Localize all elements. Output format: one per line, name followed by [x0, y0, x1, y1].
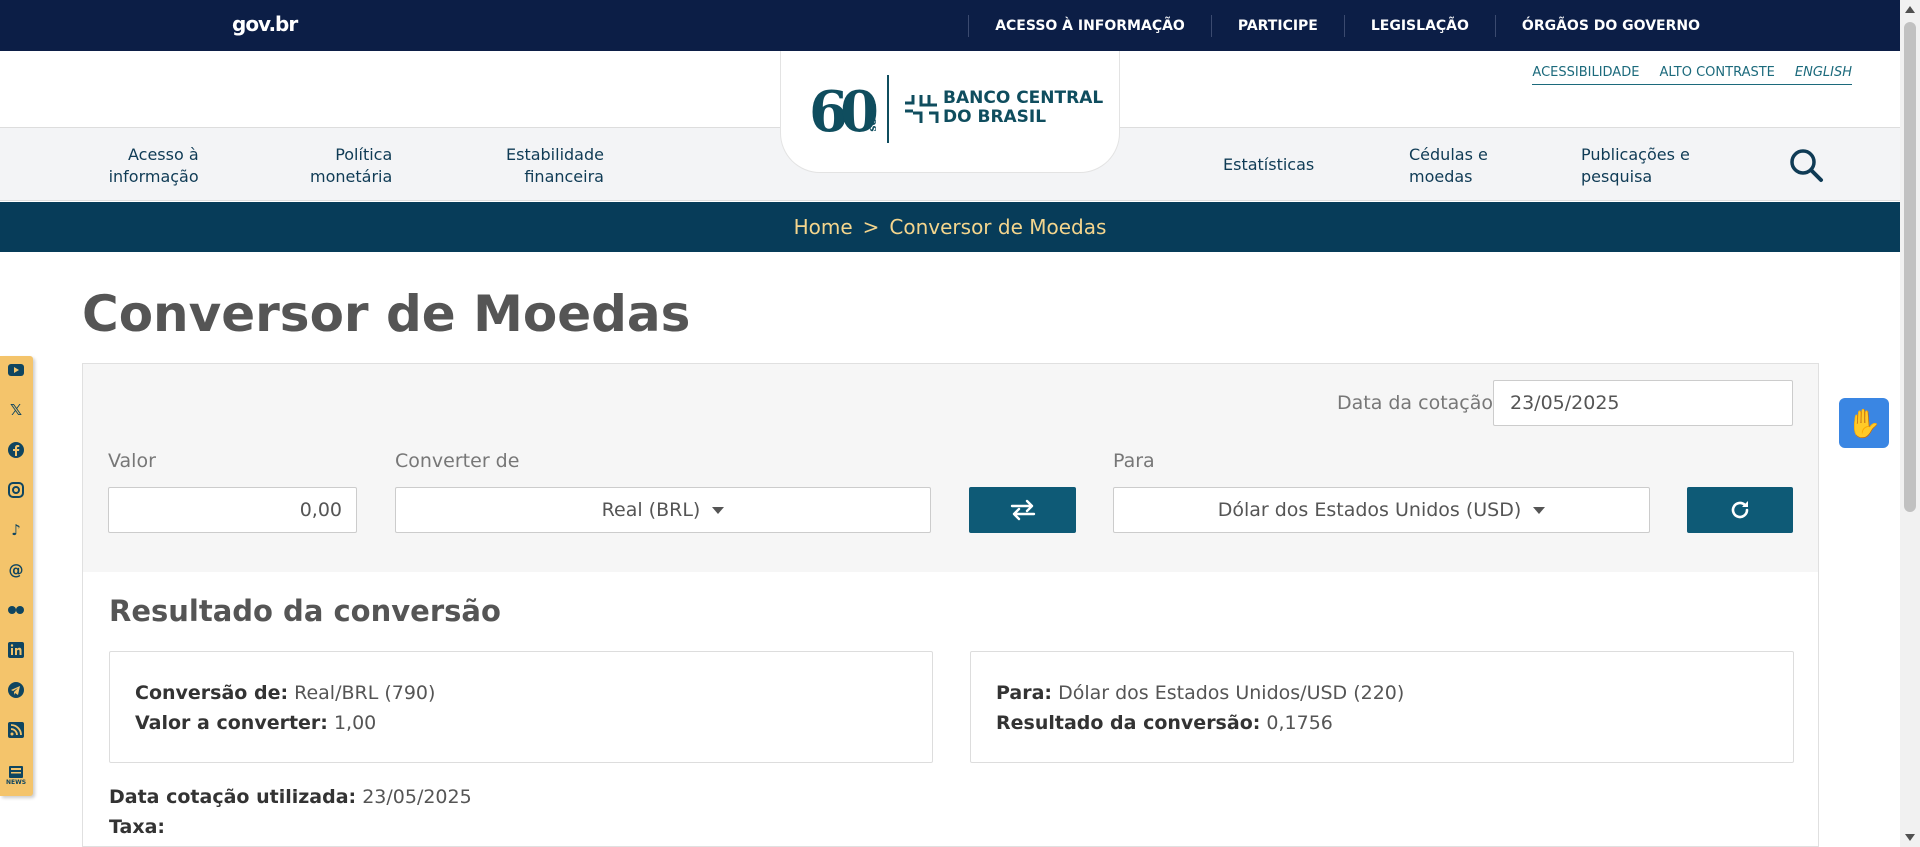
date-input[interactable]: 23/05/2025	[1493, 380, 1793, 426]
x-icon[interactable]: 𝕏	[6, 400, 26, 420]
valor-input[interactable]: 0,00	[108, 487, 357, 533]
vlibras-accessibility-button[interactable]: ✋	[1839, 398, 1889, 448]
tiktok-icon[interactable]: ♪	[6, 520, 26, 540]
para-label: Para:	[996, 682, 1053, 704]
bcb-name: BANCO CENTRAL DO BRASIL	[943, 88, 1104, 127]
gov-link-participe[interactable]: PARTICIPE	[1238, 18, 1318, 34]
date-value: 23/05/2025	[1510, 392, 1620, 414]
link-acessibilidade[interactable]: ACESSIBILIDADE	[1532, 65, 1639, 80]
scroll-up-arrow-icon[interactable]	[1905, 6, 1915, 13]
resultado-value: 0,1756	[1266, 712, 1333, 734]
result-card-to: Para: Dólar dos Estados Unidos/USD (220)…	[970, 651, 1794, 763]
conversao-de-value: Real/BRL (790)	[294, 682, 436, 704]
accessibility-links: ACESSIBILIDADE ALTO CONTRASTE ENGLISH	[1532, 65, 1852, 85]
scrollbar-thumb[interactable]	[1904, 22, 1916, 512]
nav-publicacoes-pesquisa[interactable]: Publicações e pesquisa	[1581, 144, 1690, 188]
from-label: Converter de	[395, 450, 520, 472]
to-currency-value: Dólar dos Estados Unidos (USD)	[1217, 499, 1522, 521]
from-currency-select[interactable]: Real (BRL)	[395, 487, 931, 533]
nav-acesso-informacao[interactable]: Acesso à informação	[106, 144, 199, 188]
gov-link-orgaos[interactable]: ÓRGÃOS DO GOVERNO	[1522, 18, 1700, 34]
page-title: Conversor de Moedas	[82, 285, 691, 343]
news-icon[interactable]: NEWS	[6, 760, 26, 790]
valor-converter-value: 1,00	[333, 712, 377, 734]
scroll-down-arrow-icon[interactable]	[1905, 834, 1915, 841]
result-title: Resultado da conversão	[109, 594, 501, 628]
swap-icon	[1010, 499, 1035, 521]
chevron-down-icon	[1533, 506, 1546, 514]
chevron-down-icon	[712, 506, 725, 514]
gov-links: ACESSO À INFORMAÇÃO PARTICIPE LEGISLAÇÃO…	[942, 0, 1700, 51]
result-footer: Data cotação utilizada: 23/05/2025 Taxa:	[109, 782, 472, 842]
search-icon[interactable]	[1788, 147, 1824, 183]
date-label: Data da cotação	[1336, 392, 1493, 414]
para-value: Dólar dos Estados Unidos/USD (220)	[1058, 682, 1405, 704]
facebook-icon[interactable]	[6, 440, 26, 460]
valor-converter-label: Valor a converter:	[135, 712, 328, 734]
valor-value: 0,00	[299, 499, 342, 521]
sign-language-hands-icon: ✋	[1846, 406, 1882, 440]
breadcrumb-current: Conversor de Moedas	[889, 215, 1107, 239]
data-utilizada-label: Data cotação utilizada:	[109, 786, 357, 808]
page-scrollbar[interactable]	[1900, 0, 1920, 847]
data-utilizada-value: 23/05/2025	[362, 786, 472, 808]
result-card-from: Conversão de: Real/BRL (790) Valor a con…	[109, 651, 933, 763]
instagram-icon[interactable]	[6, 480, 26, 500]
logo-divider	[887, 75, 889, 143]
gov-link-acesso[interactable]: ACESSO À INFORMAÇÃO	[995, 18, 1185, 34]
social-sidebar: 𝕏 ♪ @ NEWS	[0, 356, 33, 796]
converter-form: Data da cotação 23/05/2025 Valor 0,00 Co…	[82, 363, 1819, 573]
nav-estabilidade-financeira[interactable]: Estabilidade financeira	[506, 144, 604, 188]
gov-top-bar: gov.br ACESSO À INFORMAÇÃO PARTICIPE LEG…	[0, 0, 1900, 51]
breadcrumb-separator: >	[862, 215, 880, 239]
to-label: Para	[1113, 450, 1155, 472]
bcb-emblem-icon	[901, 89, 941, 137]
rss-icon[interactable]	[6, 720, 26, 740]
linkedin-icon[interactable]	[6, 640, 26, 660]
breadcrumb: Home > Conversor de Moedas	[0, 202, 1900, 252]
swap-currencies-button[interactable]	[969, 487, 1076, 533]
nav-politica-monetaria[interactable]: Política monetária	[310, 144, 392, 188]
conversion-result: Resultado da conversão Conversão de: Rea…	[82, 572, 1819, 847]
valor-label: Valor	[108, 450, 156, 472]
link-alto-contraste[interactable]: ALTO CONTRASTE	[1659, 65, 1774, 80]
telegram-icon[interactable]	[6, 680, 26, 700]
news-label: NEWS	[5, 778, 27, 786]
nav-cedulas-moedas[interactable]: Cédulas e moedas	[1409, 144, 1488, 188]
gov-link-legislacao[interactable]: LEGISLAÇÃO	[1371, 18, 1469, 34]
conversao-de-label: Conversão de:	[135, 682, 289, 704]
to-currency-select[interactable]: Dólar dos Estados Unidos (USD)	[1113, 487, 1650, 533]
threads-icon[interactable]: @	[6, 560, 26, 580]
govbr-logo[interactable]: gov.br	[232, 12, 298, 36]
youtube-icon[interactable]	[6, 360, 26, 380]
breadcrumb-home[interactable]: Home	[794, 215, 853, 239]
taxa-label: Taxa:	[109, 816, 166, 838]
bcb-logo[interactable]: 60 anos BANCO CENTRAL DO BRASIL	[780, 51, 1120, 173]
refresh-icon	[1731, 501, 1749, 519]
logo-60-anos: 60 anos	[809, 79, 880, 145]
resultado-label: Resultado da conversão:	[996, 712, 1261, 734]
from-currency-value: Real (BRL)	[601, 499, 701, 521]
flickr-icon[interactable]	[6, 600, 26, 620]
link-english[interactable]: ENGLISH	[1795, 65, 1852, 80]
refresh-button[interactable]	[1687, 487, 1793, 533]
nav-estatisticas[interactable]: Estatísticas	[1223, 154, 1314, 176]
